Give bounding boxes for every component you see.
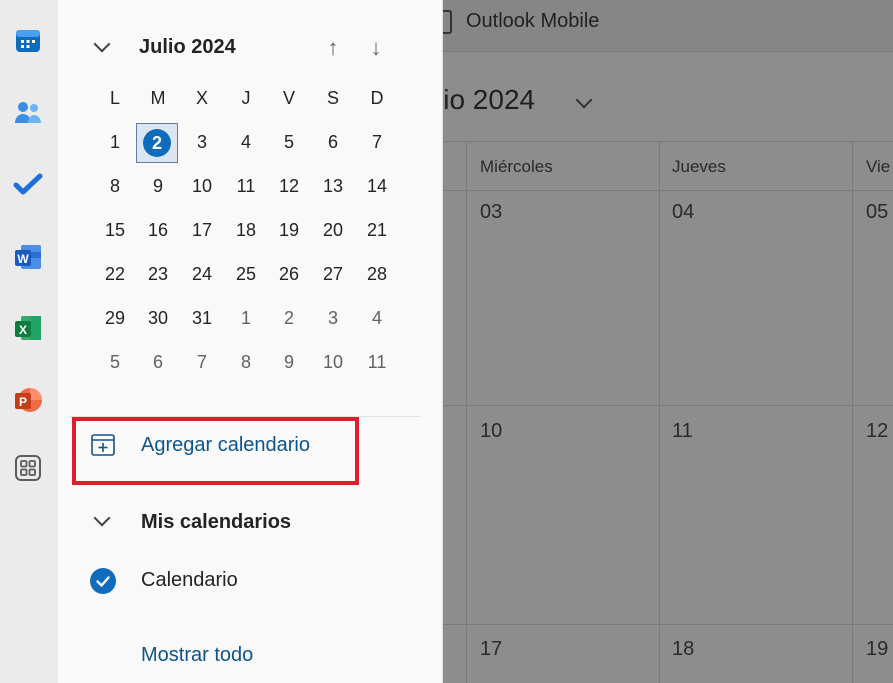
calendar-icon[interactable]: [11, 24, 45, 58]
mini-calendar-day[interactable]: 16: [138, 212, 178, 248]
weekday-label: J: [241, 88, 251, 108]
mini-calendar-day[interactable]: 28: [357, 256, 397, 292]
mini-calendar-day[interactable]: 12: [269, 168, 309, 204]
grid-line: [440, 405, 893, 406]
day-cell[interactable]: 10: [480, 420, 502, 443]
mini-calendar-day[interactable]: 2: [269, 300, 309, 336]
calendar-add-icon: [90, 432, 116, 458]
grid-line: [440, 624, 893, 625]
svg-text:W: W: [17, 252, 29, 266]
mini-calendar-day[interactable]: 6: [138, 344, 178, 380]
mini-calendar-day[interactable]: 31: [182, 300, 222, 336]
grid-line: [659, 141, 660, 683]
mini-calendar-day[interactable]: 1: [226, 300, 266, 336]
grid-line: [440, 141, 893, 142]
day-header-friday: Vie: [866, 157, 891, 176]
mini-calendar-day[interactable]: 15: [95, 212, 135, 248]
mini-calendar-day[interactable]: 9: [138, 168, 178, 204]
mini-calendar-day[interactable]: 9: [269, 344, 309, 380]
excel-icon[interactable]: X: [11, 311, 45, 345]
mini-calendar-month[interactable]: Julio 2024: [139, 36, 236, 59]
svg-text:X: X: [19, 323, 27, 337]
outlook-mobile-button[interactable]: Outlook Mobile: [466, 10, 599, 33]
day-cell[interactable]: 18: [672, 638, 694, 661]
mini-calendar-day[interactable]: 23: [138, 256, 178, 292]
grid-line: [440, 190, 893, 191]
weekday-label: M: [150, 88, 166, 108]
mini-calendar-day[interactable]: 22: [95, 256, 135, 292]
mini-calendar-day[interactable]: 24: [182, 256, 222, 292]
app-rail: W X P: [0, 0, 58, 683]
day-cell[interactable]: 11: [672, 420, 693, 443]
arrow-up-icon[interactable]: ↑: [321, 36, 345, 60]
mini-calendar-day[interactable]: 29: [95, 300, 135, 336]
mini-calendar-day[interactable]: 18: [226, 212, 266, 248]
grid-line: [466, 141, 467, 683]
add-calendar-button[interactable]: Agregar calendario: [141, 434, 310, 457]
mini-calendar-day[interactable]: 5: [95, 344, 135, 380]
month-title[interactable]: lio 2024: [437, 84, 535, 116]
mini-calendar-day[interactable]: 4: [357, 300, 397, 336]
day-cell[interactable]: 04: [672, 201, 694, 224]
grid-line: [852, 141, 853, 683]
people-icon[interactable]: [11, 96, 45, 130]
mini-calendar-day[interactable]: 4: [226, 124, 266, 160]
word-icon[interactable]: W: [11, 240, 45, 274]
selected-day-number: 2: [143, 129, 171, 157]
mini-calendar-day[interactable]: 10: [182, 168, 222, 204]
day-header-thursday: Jueves: [672, 157, 726, 176]
mini-calendar-day[interactable]: 26: [269, 256, 309, 292]
weekday-label: V: [282, 88, 295, 108]
mini-calendar-day[interactable]: 7: [182, 344, 222, 380]
mini-calendar-day[interactable]: 3: [313, 300, 353, 336]
checkmark-icon[interactable]: [90, 568, 116, 594]
mini-calendar-day[interactable]: 17: [182, 212, 222, 248]
mini-calendar-day[interactable]: 14: [357, 168, 397, 204]
apps-icon[interactable]: [11, 451, 45, 485]
mini-calendar-day[interactable]: 10: [313, 344, 353, 380]
mini-calendar-day[interactable]: 5: [269, 124, 309, 160]
day-cell[interactable]: 05: [866, 201, 888, 224]
mini-calendar-day[interactable]: 27: [313, 256, 353, 292]
mini-calendar-day[interactable]: 13: [313, 168, 353, 204]
mini-calendar-day[interactable]: 8: [226, 344, 266, 380]
mini-calendar-day[interactable]: 25: [226, 256, 266, 292]
mini-calendar-day[interactable]: 7: [357, 124, 397, 160]
day-cell[interactable]: 19: [866, 638, 888, 661]
day-header-wednesday: Miércoles: [480, 157, 553, 176]
show-all-link[interactable]: Mostrar todo: [141, 644, 253, 667]
weekday-label: D: [370, 88, 384, 108]
chevron-down-icon[interactable]: [575, 91, 593, 109]
mini-calendar-day[interactable]: 11: [357, 344, 397, 380]
my-calendars-header[interactable]: Mis calendarios: [141, 511, 291, 534]
day-cell[interactable]: 03: [480, 201, 502, 224]
mini-calendar-day[interactable]: 6: [313, 124, 353, 160]
todo-icon[interactable]: [11, 168, 45, 202]
day-cell[interactable]: 12: [866, 420, 888, 443]
mini-calendar-selected-day[interactable]: 2: [136, 123, 178, 163]
mini-calendar-day[interactable]: 20: [313, 212, 353, 248]
mini-calendar-day[interactable]: 8: [95, 168, 135, 204]
calendar-list-item[interactable]: Calendario: [141, 569, 238, 592]
powerpoint-icon[interactable]: P: [11, 383, 45, 417]
day-cell[interactable]: 17: [480, 638, 502, 661]
mini-calendar-day[interactable]: 3: [182, 124, 222, 160]
mini-calendar-day[interactable]: 21: [357, 212, 397, 248]
arrow-down-icon[interactable]: ↓: [364, 36, 388, 60]
mini-calendar-day[interactable]: 1: [95, 124, 135, 160]
weekday-label: X: [195, 88, 208, 108]
mini-calendar-day[interactable]: 30: [138, 300, 178, 336]
mini-calendar-day[interactable]: 11: [226, 168, 266, 204]
weekday-label: S: [326, 88, 339, 108]
weekday-label: L: [109, 88, 120, 108]
svg-text:P: P: [19, 395, 27, 409]
mini-calendar-day[interactable]: 19: [269, 212, 309, 248]
